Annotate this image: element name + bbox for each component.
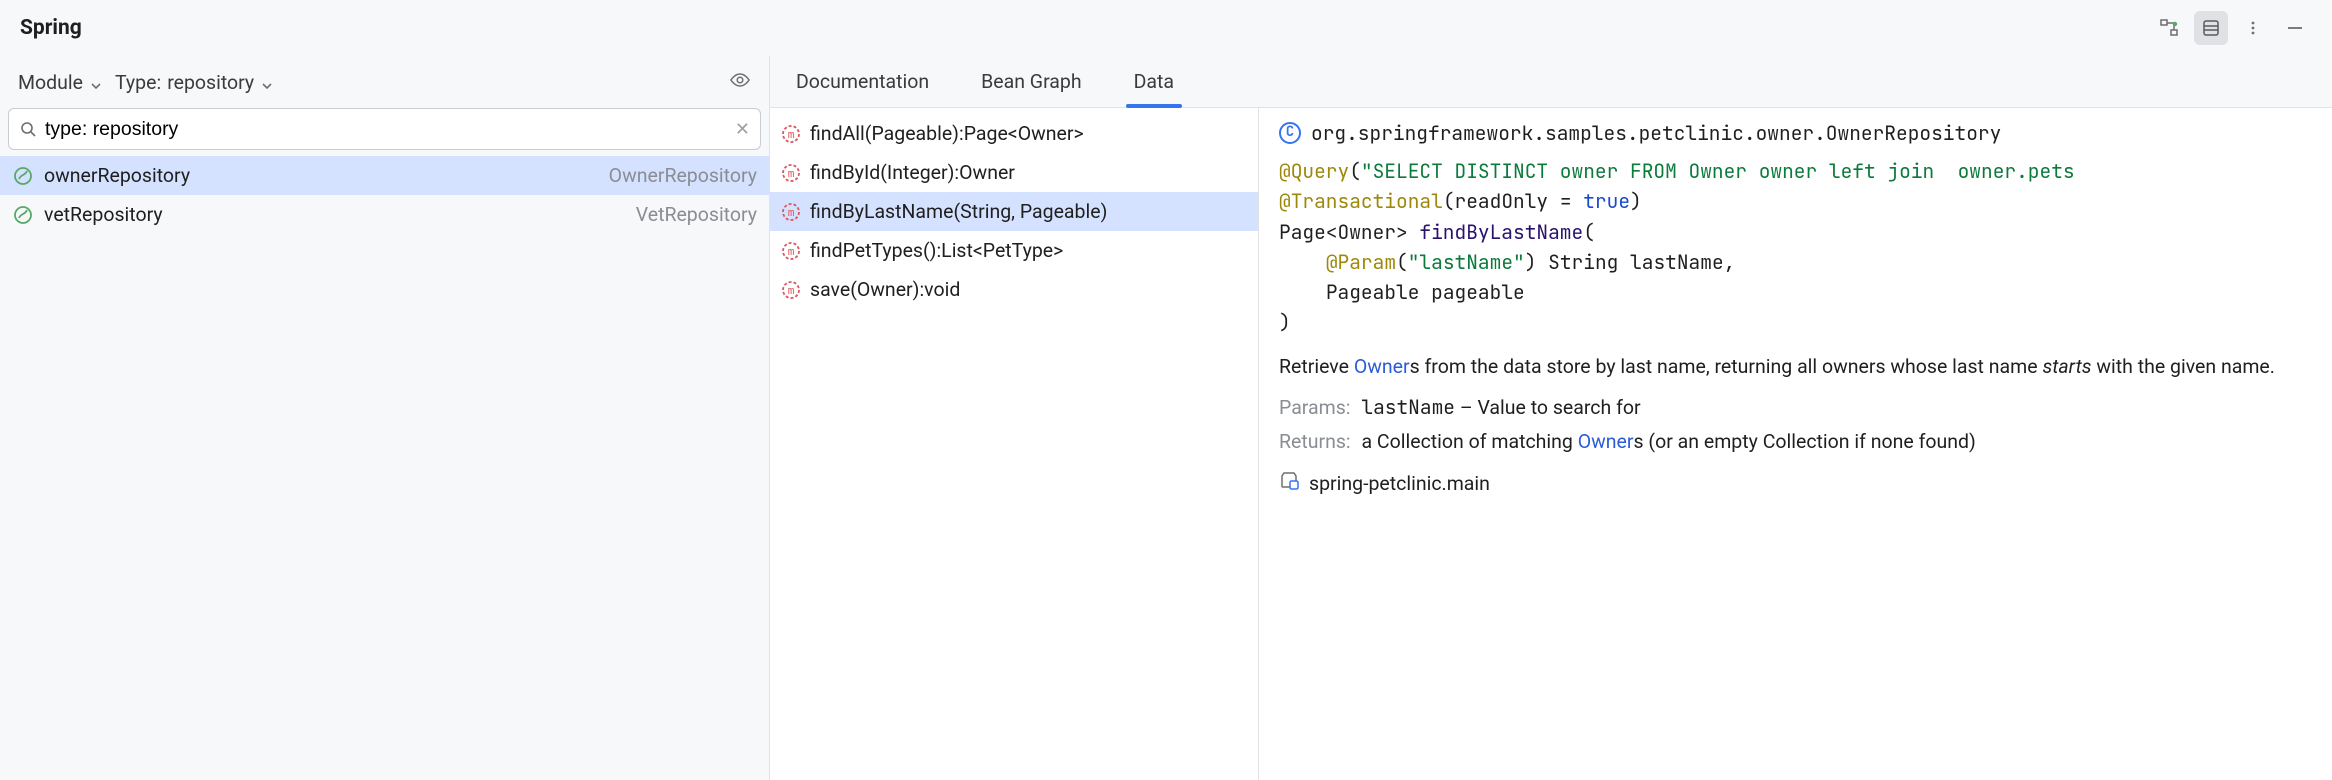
search-input[interactable]	[45, 118, 727, 141]
tab-label: Documentation	[796, 70, 929, 93]
bean-type: VetRepository	[636, 203, 757, 226]
bean-row[interactable]: vetRepository VetRepository	[0, 195, 769, 234]
type-filter[interactable]: Type: repository	[115, 71, 274, 94]
method-signature: save(Owner):void	[810, 278, 960, 301]
method-icon: m	[780, 279, 802, 301]
svg-text:m: m	[788, 167, 795, 180]
fqn-text: org.springframework.samples.petclinic.ow…	[1311, 118, 2001, 148]
beans-panel: Module Type: repository	[0, 56, 770, 780]
tab-documentation[interactable]: Documentation	[770, 56, 955, 107]
doc-params: Params: lastName – Value to search for R…	[1279, 392, 2312, 457]
method-row[interactable]: m findAll(Pageable):Page<Owner>	[770, 114, 1258, 153]
bean-icon	[12, 204, 34, 226]
titlebar: Spring	[0, 0, 2332, 56]
documentation-panel: C org.springframework.samples.petclinic.…	[1259, 56, 2332, 780]
bean-list: ownerRepository OwnerRepository vetRepos…	[0, 154, 769, 234]
method-signature: findByLastName(String, Pageable)	[810, 200, 1107, 223]
method-row[interactable]: m findPetTypes():List<PetType>	[770, 231, 1258, 270]
method-icon: m	[780, 240, 802, 262]
method-icon: m	[780, 162, 802, 184]
method-signature: findPetTypes():List<PetType>	[810, 239, 1063, 262]
method-row[interactable]: m findById(Integer):Owner	[770, 153, 1258, 192]
method-signature: findAll(Pageable):Page<Owner>	[810, 122, 1084, 145]
type-filter-label: Type:	[115, 71, 161, 94]
method-row[interactable]: m findByLastName(String, Pageable)	[770, 192, 1258, 231]
bean-type: OwnerRepository	[609, 164, 757, 187]
svg-text:m: m	[788, 245, 795, 258]
doc-description: Retrieve Owners from the data store by l…	[1279, 352, 2312, 382]
module-filter[interactable]: Module	[18, 71, 103, 94]
module-name: spring-petclinic.main	[1309, 469, 1490, 499]
detail-tabs: Documentation Bean Graph Data	[770, 56, 2332, 108]
param-desc: – Value to search for	[1455, 396, 1641, 419]
class-icon: C	[1279, 122, 1301, 144]
method-icon: m	[780, 123, 802, 145]
spring-tool-window: Spring	[0, 0, 2332, 780]
bean-icon	[12, 165, 34, 187]
diagram-view-icon[interactable]	[2152, 11, 2186, 45]
visibility-toggle-icon[interactable]	[729, 69, 751, 96]
tab-label: Bean Graph	[981, 70, 1082, 93]
fqn-row: C org.springframework.samples.petclinic.…	[1279, 118, 2312, 148]
search-box: ✕	[8, 108, 761, 150]
svg-text:m: m	[788, 128, 795, 141]
bean-name: ownerRepository	[44, 164, 190, 187]
tab-data[interactable]: Data	[1108, 56, 1200, 107]
module-row: spring-petclinic.main	[1279, 469, 2312, 499]
type-filter-value: repository	[167, 71, 254, 94]
module-icon	[1279, 469, 1299, 499]
method-list: m findAll(Pageable):Page<Owner> m findBy…	[770, 108, 1258, 309]
list-view-icon[interactable]	[2194, 11, 2228, 45]
main-columns: Module Type: repository	[0, 56, 2332, 780]
method-signature: findById(Integer):Owner	[810, 161, 1015, 184]
methods-panel: Documentation Bean Graph Data m findAll(…	[770, 56, 1259, 780]
returns-label: Returns:	[1279, 430, 1351, 453]
svg-text:m: m	[788, 284, 795, 297]
doc-content: C org.springframework.samples.petclinic.…	[1259, 108, 2332, 509]
tab-label: Data	[1134, 70, 1174, 93]
titlebar-actions	[2152, 11, 2312, 45]
type-link[interactable]: Owner	[1354, 355, 1410, 378]
chevron-down-icon	[89, 75, 103, 89]
method-row[interactable]: m save(Owner):void	[770, 270, 1258, 309]
method-icon: m	[780, 201, 802, 223]
bean-row[interactable]: ownerRepository OwnerRepository	[0, 156, 769, 195]
signature-code: @Query("SELECT DISTINCT owner FROM Owner…	[1279, 156, 2312, 337]
svg-text:m: m	[788, 206, 795, 219]
minimize-button[interactable]	[2278, 11, 2312, 45]
type-link[interactable]: Owner	[1578, 430, 1634, 453]
search-icon	[19, 120, 37, 138]
module-filter-label: Module	[18, 71, 83, 94]
clear-search-icon[interactable]: ✕	[735, 119, 750, 140]
params-label: Params:	[1279, 396, 1351, 419]
more-options-icon[interactable]	[2236, 11, 2270, 45]
filter-bar: Module Type: repository	[0, 56, 769, 108]
tab-bean-graph[interactable]: Bean Graph	[955, 56, 1108, 107]
chevron-down-icon	[260, 75, 274, 89]
bean-name: vetRepository	[44, 203, 163, 226]
tool-window-title: Spring	[20, 16, 82, 40]
param-name: lastName	[1361, 394, 1455, 420]
